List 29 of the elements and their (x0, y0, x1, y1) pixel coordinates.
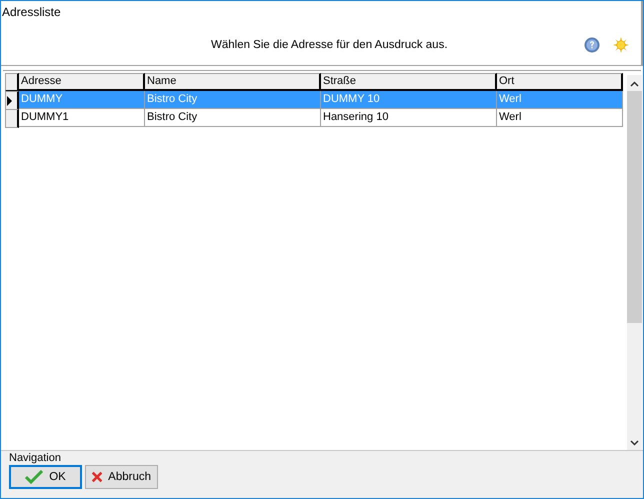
table-cell: Hansering 10 (321, 109, 497, 127)
scroll-up-icon[interactable] (630, 81, 639, 87)
table-cell: Werl (497, 91, 623, 109)
table-cell: DUMMY (19, 91, 145, 109)
column-header[interactable]: Straße (321, 73, 497, 91)
table-cell: DUMMY 10 (321, 91, 497, 109)
group-label: Navigation (9, 452, 62, 464)
current-row-icon (7, 96, 12, 106)
scrollbar-thumb[interactable] (627, 91, 642, 323)
row-header (5, 73, 19, 92)
row-header (5, 109, 19, 128)
ok-button[interactable]: OK (9, 465, 82, 489)
table-row[interactable]: DUMMY1 Bistro City Hansering 10 Werl (5, 109, 623, 127)
scrollbar[interactable] (627, 75, 642, 450)
instruction-text: Wählen Sie die Adresse für den Ausdruck aus. (211, 39, 449, 51)
table-cell: DUMMY1 (19, 109, 145, 127)
window-title: Adressliste (1, 4, 62, 21)
table-cell: Bistro City (145, 109, 321, 127)
column-header[interactable]: Adresse (19, 73, 145, 91)
column-header[interactable]: Ort (497, 73, 623, 91)
help-icon[interactable] (584, 37, 600, 53)
checkmark-icon (25, 470, 44, 484)
column-header[interactable]: Name (145, 73, 321, 91)
scroll-down-icon[interactable] (630, 440, 639, 446)
cross-icon (92, 470, 102, 484)
cancel-button[interactable]: Abbruch (85, 465, 158, 489)
sun-icon[interactable] (613, 37, 629, 53)
table-cell: Bistro City (145, 91, 321, 109)
table-cell: Werl (497, 109, 623, 127)
